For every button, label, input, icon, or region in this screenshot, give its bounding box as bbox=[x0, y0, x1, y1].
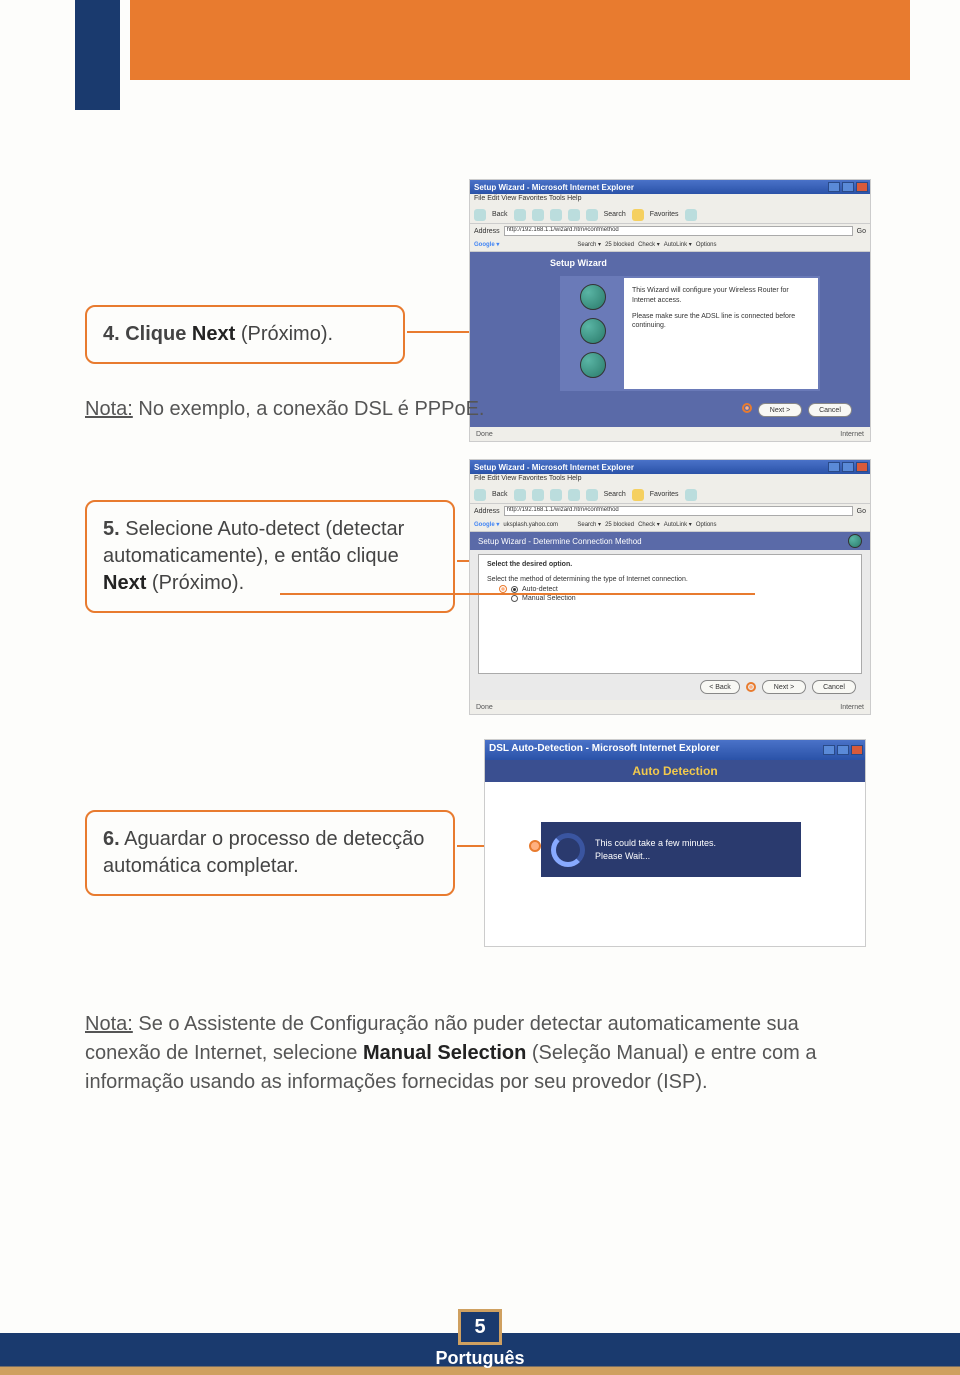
status-bar: Done Internet bbox=[470, 427, 870, 441]
globe-icon bbox=[848, 534, 862, 548]
window-titlebar: DSL Auto-Detection - Microsoft Internet … bbox=[485, 740, 865, 760]
stop-icon bbox=[532, 489, 544, 501]
note-label: Nota: bbox=[85, 398, 133, 420]
stop-icon bbox=[532, 209, 544, 221]
screenshot-connection-method: Setup Wizard - Microsoft Internet Explor… bbox=[470, 460, 870, 714]
auto-detection-header: Auto Detection bbox=[485, 760, 865, 782]
back-button: < Back bbox=[700, 680, 740, 694]
note-manual-selection: Nota: Se o Assistente de Configuração nã… bbox=[85, 1010, 865, 1097]
wizard-left-pane bbox=[562, 278, 624, 389]
wizard-intro-text: This Wizard will configure your Wireless… bbox=[632, 286, 812, 331]
home-icon bbox=[568, 489, 580, 501]
media-icon bbox=[685, 209, 697, 221]
back-icon bbox=[474, 489, 486, 501]
footer-language: Português bbox=[435, 1348, 524, 1369]
globe-icon bbox=[580, 318, 606, 344]
minimize-icon bbox=[823, 745, 835, 755]
browser-client-area: Setup Wizard - Determine Connection Meth… bbox=[470, 532, 870, 700]
browser-menubar: File Edit View Favorites Tools Help bbox=[470, 474, 870, 486]
detection-text: This could take a few minutes. Please Wa… bbox=[595, 837, 716, 862]
favorites-icon bbox=[632, 489, 644, 501]
note-label: Nota: bbox=[85, 1013, 133, 1035]
wizard-panel: This Wizard will configure your Wireless… bbox=[560, 276, 820, 391]
step-5-text: 5. Selecione Auto-detect (detectar autom… bbox=[103, 518, 404, 594]
status-bar: Done Internet bbox=[470, 700, 870, 714]
highlight-marker bbox=[742, 403, 752, 413]
forward-icon bbox=[514, 489, 526, 501]
google-toolbar: Google ▾ Search ▾ 25 blocked Check ▾ Aut… bbox=[470, 238, 870, 252]
radio-auto-detect: Auto-detect bbox=[499, 585, 853, 593]
next-button: Next > bbox=[762, 680, 806, 694]
cancel-button: Cancel bbox=[808, 403, 852, 417]
window-title: Setup Wizard - Microsoft Internet Explor… bbox=[474, 463, 634, 472]
minimize-icon bbox=[828, 182, 840, 192]
screenshot-auto-detection: DSL Auto-Detection - Microsoft Internet … bbox=[485, 740, 865, 946]
media-icon bbox=[685, 489, 697, 501]
connection-method-panel: Select the desired option. Select the me… bbox=[478, 554, 862, 674]
detection-progress-box: This could take a few minutes. Please Wa… bbox=[541, 822, 801, 877]
step-4-text: 4. Clique Next (Próximo). bbox=[103, 323, 333, 345]
radio-manual-selection: Manual Selection bbox=[511, 595, 853, 602]
refresh-icon bbox=[550, 209, 562, 221]
step-6-callout: 6. Aguardar o processo de detecção autom… bbox=[85, 810, 455, 896]
highlight-marker bbox=[499, 585, 507, 593]
wizard-buttons: Next > Cancel bbox=[742, 403, 852, 417]
browser-toolbar: Back Search Favorites bbox=[470, 206, 870, 224]
wizard-buttons: < Back Next > Cancel bbox=[700, 680, 856, 694]
close-icon bbox=[851, 745, 863, 755]
address-bar: Address http://192.168.1.1/wizard.htm#co… bbox=[470, 224, 870, 238]
radio-icon bbox=[511, 595, 518, 602]
close-icon bbox=[856, 182, 868, 192]
minimize-icon bbox=[828, 462, 840, 472]
maximize-icon bbox=[842, 462, 854, 472]
page-header bbox=[0, 0, 960, 110]
window-title: Setup Wizard - Microsoft Internet Explor… bbox=[474, 183, 634, 192]
step-4-callout: 4. Clique Next (Próximo). bbox=[85, 305, 405, 364]
page-footer: 5 Português bbox=[0, 1313, 960, 1375]
wizard-title: Setup Wizard bbox=[550, 258, 607, 268]
step-6-text: 6. Aguardar o processo de detecção autom… bbox=[103, 828, 424, 877]
maximize-icon bbox=[842, 182, 854, 192]
method-description: Select the method of determining the typ… bbox=[487, 576, 853, 583]
address-field: http://192.168.1.1/wizard.htm#confmethod bbox=[504, 226, 853, 236]
wizard-step-header: Setup Wizard - Determine Connection Meth… bbox=[470, 532, 870, 550]
cancel-button: Cancel bbox=[812, 680, 856, 694]
google-toolbar: Google ▾ uksplash.yahoo.com Search ▾ 25 … bbox=[470, 518, 870, 532]
auto-detection-client: Auto Detection This could take a few min… bbox=[485, 760, 865, 946]
radio-icon bbox=[511, 586, 518, 593]
search-icon bbox=[586, 489, 598, 501]
browser-client-area: Setup Wizard This Wizard will configure … bbox=[470, 252, 870, 427]
spinner-icon bbox=[551, 833, 585, 867]
window-titlebar: Setup Wizard - Microsoft Internet Explor… bbox=[470, 460, 870, 474]
note-pppoe: Nota: No exemplo, a conexão DSL é PPPoE. bbox=[85, 395, 485, 424]
close-icon bbox=[856, 462, 868, 472]
search-icon bbox=[586, 209, 598, 221]
header-navy-stripe bbox=[75, 0, 120, 110]
home-icon bbox=[568, 209, 580, 221]
highlight-marker bbox=[529, 840, 541, 852]
step-5-callout: 5. Selecione Auto-detect (detectar autom… bbox=[85, 500, 455, 613]
browser-toolbar: Back Search Favorites bbox=[470, 486, 870, 504]
forward-icon bbox=[514, 209, 526, 221]
back-icon bbox=[474, 209, 486, 221]
window-title: DSL Auto-Detection - Microsoft Internet … bbox=[489, 743, 720, 754]
maximize-icon bbox=[837, 745, 849, 755]
next-button: Next > bbox=[758, 403, 802, 417]
globe-icon bbox=[580, 284, 606, 310]
address-bar: Address http://192.168.1.1/wizard.htm#co… bbox=[470, 504, 870, 518]
refresh-icon bbox=[550, 489, 562, 501]
select-option-label: Select the desired option. bbox=[487, 561, 853, 568]
address-field: http://192.168.1.1/wizard.htm#confmethod bbox=[504, 506, 853, 516]
step-5-connector-2 bbox=[280, 593, 755, 595]
globe-icon bbox=[580, 352, 606, 378]
highlight-marker bbox=[746, 682, 756, 692]
window-titlebar: Setup Wizard - Microsoft Internet Explor… bbox=[470, 180, 870, 194]
google-search-field: uksplash.yahoo.com bbox=[503, 522, 573, 528]
screenshot-setup-wizard-intro: Setup Wizard - Microsoft Internet Explor… bbox=[470, 180, 870, 441]
favorites-icon bbox=[632, 209, 644, 221]
header-orange-bar bbox=[130, 0, 910, 80]
page-number: 5 bbox=[458, 1309, 502, 1345]
browser-menubar: File Edit View Favorites Tools Help bbox=[470, 194, 870, 206]
